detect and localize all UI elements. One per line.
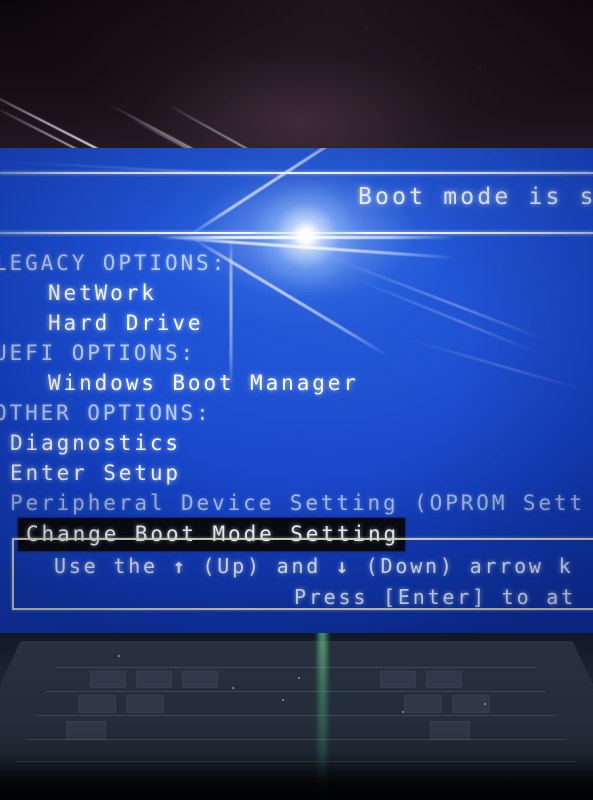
down-arrow-icon: ↓ [336, 554, 351, 578]
help-line-enter: Press [Enter] to at [294, 585, 576, 609]
keyboard-key [430, 721, 470, 740]
boot-option-label: OTHER OPTIONS: [0, 401, 212, 425]
keyboard-highlight-speck [232, 687, 234, 689]
boot-option-item[interactable]: NetWork [0, 278, 593, 308]
boot-option-group-header: UEFI OPTIONS: [0, 338, 593, 368]
boot-option-label: Peripheral Device Setting (OPROM Sett [10, 491, 586, 515]
keyboard-highlight-speck [402, 711, 404, 713]
keyboard-key [426, 671, 462, 688]
boot-option-item[interactable]: Hard Drive [0, 308, 593, 338]
keyboard-key [90, 671, 126, 688]
keyboard-highlight-speck [484, 703, 486, 705]
boot-option-label: Diagnostics [10, 431, 181, 455]
help-line-navigation: Use the ↑ (Up) and ↓ (Down) arrow k [54, 554, 573, 578]
help-text-suffix: (Down) arrow k [350, 554, 574, 578]
bios-boot-menu-photo: Boot mode is s LEGACY OPTIONS: NetWork Har… [0, 0, 593, 800]
lens-flare-ray-horizontal [156, 236, 456, 239]
boot-option-label: NetWork [48, 281, 157, 305]
screen-glare-streak-4 [0, 160, 290, 178]
keyboard-highlight-speck [118, 655, 120, 657]
help-text-prefix: Use the [54, 554, 173, 578]
header-rule-bottom [0, 232, 593, 234]
boot-option-list: LEGACY OPTIONS: NetWork Hard Drive UEFI OPT… [0, 248, 593, 551]
keyboard-key [404, 695, 442, 713]
keyboard-key [66, 721, 106, 740]
boot-option-label: Windows Boot Manager [48, 371, 359, 395]
help-text-middle: (Up) and [187, 554, 336, 578]
boot-option-label: LEGACY OPTIONS: [0, 251, 228, 275]
boot-option-label: Hard Drive [48, 311, 204, 335]
keyboard-row-line-2 [46, 691, 546, 692]
up-arrow-icon: ↑ [172, 554, 188, 578]
keyboard-row-line-1 [56, 667, 536, 668]
keyboard-row-line-3 [36, 715, 556, 716]
boot-option-item[interactable]: Enter Setup [0, 458, 593, 488]
boot-option-item[interactable]: Diagnostics [0, 428, 593, 458]
keyboard-key [182, 671, 218, 688]
keyboard-key [380, 671, 416, 688]
keyboard-key [78, 695, 116, 713]
keyboard-key [126, 695, 164, 713]
photo-noise-grain [0, 0, 593, 152]
boot-option-item[interactable]: Peripheral Device Setting (OPROM Sett [0, 488, 593, 518]
boot-option-group-header: LEGACY OPTIONS: [0, 248, 593, 278]
keyboard-highlight-speck [282, 699, 284, 701]
keyboard-key [136, 671, 172, 688]
bios-screen: Boot mode is s LEGACY OPTIONS: NetWork Har… [0, 148, 593, 635]
keyboard-highlight-speck [298, 677, 300, 679]
boot-option-label: UEFI OPTIONS: [0, 341, 197, 365]
boot-option-label: Enter Setup [10, 461, 181, 485]
laptop-top-bezel-dark-area [0, 0, 593, 152]
laptop-keyboard-area [0, 633, 593, 800]
keyboard-row-line-4 [26, 739, 566, 740]
boot-option-item[interactable]: Windows Boot Manager [0, 368, 593, 398]
keyboard-bottom-shadow [0, 752, 593, 800]
header-rule-top [0, 172, 593, 174]
page-title: Boot mode is s [358, 184, 593, 210]
boot-option-group-header: OTHER OPTIONS: [0, 398, 593, 428]
